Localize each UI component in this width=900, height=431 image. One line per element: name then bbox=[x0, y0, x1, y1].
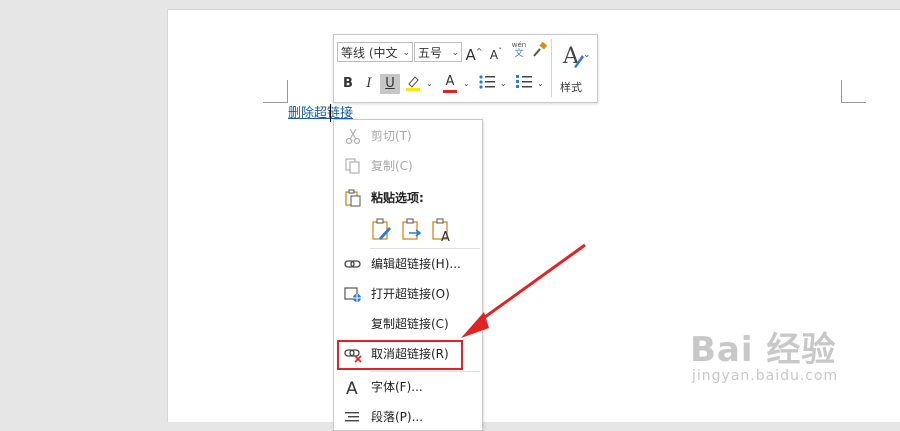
menu-item-label: 粘贴选项: bbox=[371, 191, 424, 205]
paste-text-only-icon[interactable]: A bbox=[431, 218, 453, 242]
font-icon: A bbox=[346, 379, 358, 396]
paintbrush-icon bbox=[533, 41, 548, 57]
styles-label: 样式 bbox=[560, 81, 582, 94]
menu-item-label: 复制(C) bbox=[371, 159, 413, 173]
font-name-value: 等线 (中文 bbox=[341, 46, 398, 60]
numbered-list-icon bbox=[516, 75, 532, 88]
link-icon bbox=[344, 260, 361, 268]
menu-separator bbox=[370, 371, 480, 372]
menu-item-label: 剪切(T) bbox=[371, 129, 412, 143]
menu-item-open-hyperlink[interactable]: 打开超链接(O) bbox=[334, 280, 482, 308]
margin-corner-right bbox=[841, 80, 866, 103]
annotation-highlight-box bbox=[337, 340, 463, 370]
context-menu: 剪切(T) 复制(C) 粘贴选项: A 编辑超链接(H)... 打开超链接(O)… bbox=[333, 119, 483, 431]
bold-button[interactable]: B bbox=[338, 74, 358, 94]
phonetic-guide-button[interactable]: wén 文 bbox=[508, 41, 530, 61]
menu-item-label: 字体(F)... bbox=[371, 380, 423, 394]
watermark-brand: Bai 经验 bbox=[690, 330, 837, 370]
font-name-select[interactable]: 等线 (中文 ⌄ bbox=[337, 42, 413, 62]
mini-toolbar: 等线 (中文 ⌄ 五号 ⌄ A^ Aˇ wén 文 B I U ⌄ A ⌄ ⌄ … bbox=[333, 34, 598, 103]
font-color-button[interactable]: A bbox=[440, 74, 460, 94]
chevron-down-icon[interactable]: ⌄ bbox=[537, 74, 544, 94]
bullets-button[interactable] bbox=[477, 74, 497, 94]
font-size-select[interactable]: 五号 ⌄ bbox=[414, 42, 462, 62]
styles-icon: A ⌄ bbox=[562, 44, 590, 69]
copy-icon bbox=[345, 158, 360, 174]
bullet-list-icon bbox=[479, 75, 495, 89]
toolbar-divider bbox=[551, 39, 552, 97]
chevron-down-icon[interactable]: ⌄ bbox=[426, 74, 433, 94]
scissors-icon bbox=[345, 128, 361, 145]
menu-separator bbox=[370, 248, 480, 249]
font-color-swatch bbox=[443, 90, 457, 93]
menu-item-font[interactable]: A 字体(F)... bbox=[334, 373, 482, 401]
numbering-button[interactable] bbox=[514, 74, 534, 94]
grow-font-button[interactable]: A^ bbox=[464, 42, 484, 64]
caret-up-icon: ^ bbox=[475, 47, 483, 56]
chevron-down-icon: ⌄ bbox=[402, 48, 410, 58]
menu-item-label: 段落(P)... bbox=[371, 410, 424, 424]
styles-button[interactable]: A ⌄ 样式 bbox=[556, 39, 594, 97]
margin-corner-left bbox=[263, 80, 288, 103]
highlighter-icon bbox=[406, 76, 420, 91]
menu-item-edit-hyperlink[interactable]: 编辑超链接(H)... bbox=[334, 250, 482, 278]
menu-item-label: 打开超链接(O) bbox=[371, 287, 450, 301]
shrink-font-button[interactable]: Aˇ bbox=[486, 42, 506, 62]
text-cursor bbox=[330, 104, 331, 122]
svg-text:⌄: ⌄ bbox=[583, 50, 590, 60]
menu-item-label: 复制超链接(C) bbox=[371, 317, 449, 331]
watermark: Bai 经验 jingyan.baidu.com bbox=[690, 322, 837, 384]
menu-item-cut[interactable]: 剪切(T) bbox=[334, 122, 482, 150]
svg-text:A: A bbox=[441, 230, 450, 242]
format-painter-button[interactable] bbox=[530, 41, 550, 62]
menu-item-copy-hyperlink[interactable]: 复制超链接(C) bbox=[334, 310, 482, 338]
menu-item-copy[interactable]: 复制(C) bbox=[334, 152, 482, 180]
svg-text:A: A bbox=[346, 379, 358, 396]
menu-item-paste-options: 粘贴选项: bbox=[334, 184, 482, 212]
paste-keep-formatting-icon[interactable] bbox=[371, 218, 393, 242]
caret-down-icon: ˇ bbox=[498, 47, 503, 56]
chevron-down-icon[interactable]: ⌄ bbox=[500, 74, 507, 94]
underline-button[interactable]: U bbox=[380, 74, 400, 94]
chevron-down-icon[interactable]: ⌄ bbox=[463, 74, 470, 94]
font-size-value: 五号 bbox=[418, 46, 443, 60]
clipboard-icon bbox=[345, 189, 361, 207]
chevron-down-icon: ⌄ bbox=[451, 48, 459, 58]
menu-item-label: 编辑超链接(H)... bbox=[371, 257, 461, 271]
paste-merge-formatting-icon[interactable] bbox=[401, 218, 423, 242]
open-link-icon bbox=[344, 287, 361, 302]
paragraph-icon bbox=[345, 412, 359, 422]
italic-button[interactable]: I bbox=[359, 74, 379, 94]
highlight-color-button[interactable] bbox=[403, 74, 423, 94]
menu-item-paragraph[interactable]: 段落(P)... bbox=[334, 403, 482, 431]
watermark-url: jingyan.baidu.com bbox=[692, 368, 839, 384]
